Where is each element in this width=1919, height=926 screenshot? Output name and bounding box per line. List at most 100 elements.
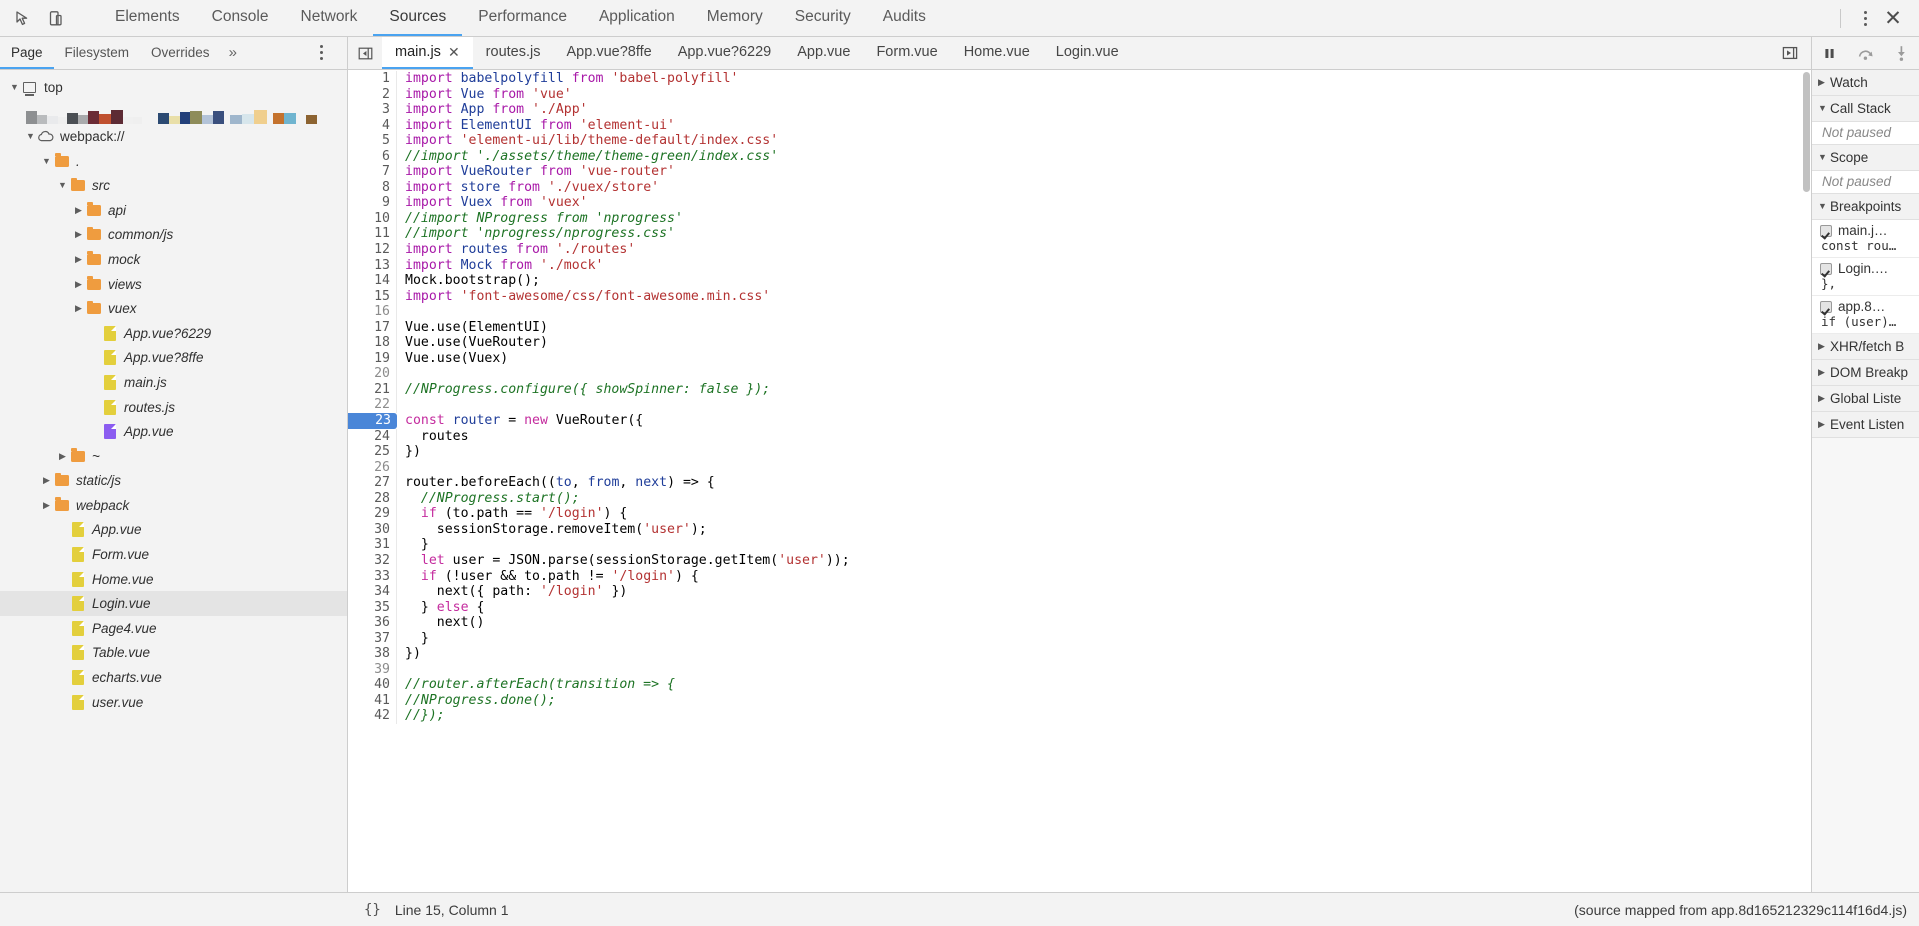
code-line[interactable]: 25}): [348, 444, 1811, 460]
line-number[interactable]: 20: [348, 366, 397, 382]
line-number[interactable]: 4: [348, 117, 397, 134]
line-number[interactable]: 17: [348, 319, 397, 336]
chevron-down-icon[interactable]: ▼: [8, 82, 21, 92]
tree-item--[interactable]: ▶ ~: [0, 444, 347, 469]
debugger-sidebar[interactable]: ▶ Watch ▼ Call Stack Not paused ▼ Scope Not pau…: [1811, 70, 1919, 892]
code-line[interactable]: 20: [348, 366, 1811, 382]
chevron-right-icon[interactable]: ▶: [40, 476, 53, 485]
panel-tab-memory[interactable]: Memory: [691, 0, 779, 36]
chevron-down-icon[interactable]: ▼: [40, 156, 53, 166]
tree-item--[interactable]: ▼.: [0, 149, 347, 174]
code-line[interactable]: 9 import Vuex from 'vuex': [348, 195, 1811, 211]
line-number[interactable]: 21: [348, 381, 397, 398]
code-line[interactable]: 11 //import 'nprogress/nprogress.css': [348, 226, 1811, 243]
line-number[interactable]: 39: [348, 661, 397, 678]
tree-item-top[interactable]: ▼ top: [0, 75, 347, 100]
tree-item-home-vue[interactable]: ▶ Home.vue: [0, 567, 347, 592]
panel-tab-application[interactable]: Application: [583, 0, 691, 36]
code-line[interactable]: 37 }: [348, 630, 1811, 647]
line-number[interactable]: 6: [348, 148, 397, 165]
breakpoint-item[interactable]: Login.…},: [1812, 258, 1919, 296]
chevron-down-icon[interactable]: ▼: [1818, 153, 1830, 162]
navigator-more-dots-icon[interactable]: [309, 39, 333, 65]
code-line[interactable]: 40 //router.afterEach(transition => {: [348, 677, 1811, 693]
chevron-right-icon[interactable]: ▶: [40, 500, 53, 510]
editor-tab-app-vue-8ffe[interactable]: App.vue?8ffe: [553, 37, 664, 69]
breakpoint-checkbox[interactable]: [1820, 224, 1832, 237]
code-line[interactable]: 33 if (!user && to.path != '/login') {: [348, 568, 1811, 585]
tree-item-webpack-[interactable]: ▼ webpack://: [0, 124, 347, 149]
source-editor[interactable]: 1 import babelpolyfill from 'babel-polyfi…: [348, 70, 1811, 892]
code-line[interactable]: 12 import routes from './routes': [348, 242, 1811, 258]
inspect-cursor-icon[interactable]: [10, 5, 36, 31]
navigator-more-tabs-icon[interactable]: »: [221, 37, 245, 69]
chevron-right-icon[interactable]: ▶: [56, 451, 69, 461]
editor-tab-close-icon[interactable]: ✕: [448, 45, 460, 59]
debugger-section-breakpoints[interactable]: ▼ Breakpoints: [1812, 194, 1919, 220]
code-line[interactable]: 38}): [348, 646, 1811, 662]
source-code[interactable]: 1 import babelpolyfill from 'babel-polyfi…: [348, 71, 1811, 724]
chevron-right-icon[interactable]: ▶: [1818, 368, 1830, 377]
line-number[interactable]: 35: [348, 599, 397, 616]
code-line[interactable]: 14 Mock.bootstrap();: [348, 273, 1811, 289]
chevron-down-icon[interactable]: ▼: [56, 181, 69, 190]
line-number[interactable]: 1: [348, 71, 397, 87]
tree-item-echarts-vue[interactable]: ▶ echarts.vue: [0, 665, 347, 690]
code-line[interactable]: 19 Vue.use(Vuex): [348, 350, 1811, 367]
editor-vertical-scrollbar[interactable]: [1803, 72, 1810, 192]
code-line[interactable]: 32 let user = JSON.parse(sessionStorage.…: [348, 552, 1811, 569]
line-number[interactable]: 31: [348, 537, 397, 553]
navigator-file-tree[interactable]: ▼ top ▼ webpack://▼. ▼ src ▶ api ▶ common/js ▶ mock…: [0, 70, 348, 892]
show-navigator-right-icon[interactable]: [1773, 45, 1807, 61]
tree-item-vuex[interactable]: ▶ vuex: [0, 296, 347, 321]
device-toggle-icon[interactable]: [42, 5, 68, 31]
tree-item-app-vue-8ffe[interactable]: ▶ App.vue?8ffe: [0, 346, 347, 371]
chevron-down-icon[interactable]: ▼: [1818, 104, 1830, 113]
line-number[interactable]: 10: [348, 210, 397, 227]
code-line[interactable]: 36 next(): [348, 615, 1811, 631]
chevron-right-icon[interactable]: ▶: [1818, 342, 1830, 351]
navigator-more-menu-icon[interactable]: [301, 37, 347, 69]
chevron-right-icon[interactable]: ▶: [72, 254, 85, 264]
navigator-tab-overrides[interactable]: Overrides: [140, 37, 221, 69]
tree-item-routes-js[interactable]: ▶ routes.js: [0, 395, 347, 420]
line-number[interactable]: 40: [348, 677, 397, 693]
line-number[interactable]: 25: [348, 444, 397, 460]
line-number[interactable]: 33: [348, 568, 397, 585]
tree-item-static-js[interactable]: ▶ static/js: [0, 469, 347, 494]
tree-item-form-vue[interactable]: ▶ Form.vue: [0, 542, 347, 567]
code-line[interactable]: 22: [348, 397, 1811, 414]
chevron-right-icon[interactable]: ▶: [1818, 394, 1830, 403]
cursor-position-label[interactable]: Line 15, Column 1: [395, 902, 509, 918]
breakpoint-item[interactable]: app.8… if (user)…: [1812, 296, 1919, 334]
close-icon[interactable]: ✕: [1879, 5, 1907, 31]
line-number[interactable]: 22: [348, 397, 397, 414]
code-line[interactable]: 29 if (to.path == '/login') {: [348, 506, 1811, 522]
tree-item-mock[interactable]: ▶ mock: [0, 247, 347, 272]
debugger-section-scope[interactable]: ▼ Scope: [1812, 145, 1919, 171]
code-line[interactable]: 28 //NProgress.start();: [348, 490, 1811, 507]
tree-item-user-vue[interactable]: ▶ user.vue: [0, 690, 347, 715]
code-line[interactable]: 13 import Mock from './mock': [348, 257, 1811, 274]
code-line[interactable]: 7 import VueRouter from 'vue-router': [348, 164, 1811, 180]
code-line[interactable]: 30 sessionStorage.removeItem('user');: [348, 521, 1811, 538]
line-number[interactable]: 34: [348, 584, 397, 600]
line-number[interactable]: 11: [348, 226, 397, 243]
panel-tab-security[interactable]: Security: [779, 0, 867, 36]
editor-tab-app-vue-6229[interactable]: App.vue?6229: [665, 37, 785, 69]
debugger-section-event-listen[interactable]: ▶ Event Listen: [1812, 412, 1919, 438]
panel-tab-audits[interactable]: Audits: [867, 0, 942, 36]
chevron-right-icon[interactable]: ▶: [72, 230, 85, 239]
code-line[interactable]: 23 const router = new VueRouter({: [348, 413, 1811, 429]
tree-item-common-js[interactable]: ▶ common/js: [0, 223, 347, 248]
code-line[interactable]: 27 router.beforeEach((to, from, next) => …: [348, 475, 1811, 491]
editor-tab-routes-js[interactable]: routes.js: [473, 37, 554, 69]
tree-item-src[interactable]: ▼ src: [0, 173, 347, 198]
chevron-down-icon[interactable]: ▼: [1818, 202, 1830, 211]
line-number[interactable]: 16: [348, 304, 397, 320]
code-line[interactable]: 41 //NProgress.done();: [348, 692, 1811, 709]
breakpoint-item[interactable]: main.j… const rou…: [1812, 220, 1919, 258]
breakpoint-marker[interactable]: 23: [348, 413, 397, 429]
code-scroll[interactable]: 1 import babelpolyfill from 'babel-polyfi…: [348, 70, 1811, 892]
code-line[interactable]: 24 routes: [348, 428, 1811, 445]
